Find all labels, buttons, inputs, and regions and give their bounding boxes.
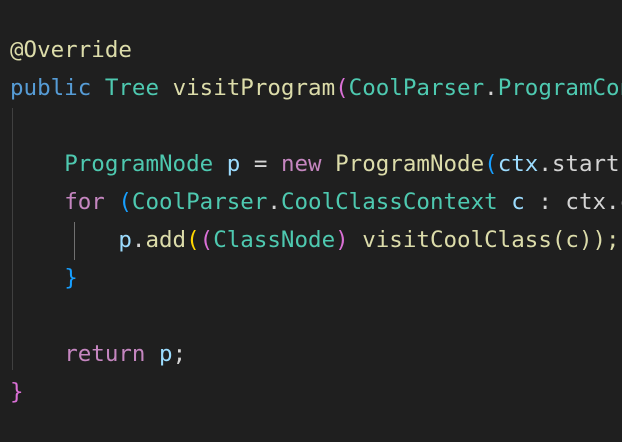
code-token-annotation: @Override xyxy=(10,37,132,63)
code-token-type: CoolParser xyxy=(348,75,485,101)
code-token-paren1: ) xyxy=(335,227,349,253)
code-token-plain: ; xyxy=(172,341,187,367)
code-line-10[interactable]: } xyxy=(10,373,24,411)
code-line-6[interactable]: p.add((ClassNode) visitCoolClass(c)); xyxy=(10,221,620,259)
code-token-paren1: ( xyxy=(199,227,214,253)
code-token-plain: . xyxy=(131,227,146,253)
code-token-var: p xyxy=(118,227,132,253)
code-line-9[interactable]: return p; xyxy=(10,335,186,373)
code-token-paren2: } xyxy=(64,265,78,291)
code-token-paren3: ( xyxy=(186,227,200,253)
code-token-paren2: ( xyxy=(484,151,498,177)
code-token-var: ctx xyxy=(497,151,539,177)
code-token-type: ProgramNode xyxy=(64,151,214,177)
code-token-plain: . xyxy=(484,75,498,101)
code-token-plain: . xyxy=(267,189,281,215)
code-token-paren1: } xyxy=(10,379,24,405)
code-token-plain: : ctx.coolClass()) { xyxy=(538,189,622,215)
code-token-keyword: public xyxy=(10,75,92,101)
code-token-method: visitCoolClass(c)); xyxy=(362,227,620,253)
code-token-method: ProgramNode xyxy=(335,151,485,177)
code-line-1[interactable]: @Override xyxy=(10,31,132,69)
code-token-type: CoolClassContext xyxy=(280,189,498,215)
code-line-2[interactable]: public Tree visitProgram(CoolParser.Prog… xyxy=(10,69,622,107)
code-token-control: return xyxy=(64,341,146,367)
code-token-plain: .start); xyxy=(538,151,622,177)
code-token-type: CoolParser xyxy=(131,189,268,215)
code-token-op: = xyxy=(240,151,281,177)
code-token-method: add xyxy=(145,227,187,253)
code-token-control: for xyxy=(64,189,105,215)
code-token-type: Tree xyxy=(104,75,160,101)
code-token-type: ClassNode xyxy=(213,227,336,253)
code-token-paren1: ( xyxy=(335,75,349,101)
code-token-type: ProgramContext ctx xyxy=(497,75,622,101)
code-token-var: c xyxy=(511,189,525,215)
code-token-var: p xyxy=(159,341,173,367)
code-token-var: p xyxy=(226,151,241,177)
code-token-method: visitProgram xyxy=(172,75,336,101)
code-editor[interactable]: @Override public Tree visitProgram(CoolP… xyxy=(0,0,622,442)
code-token-paren2: ( xyxy=(118,189,132,215)
code-token-control: new xyxy=(280,151,322,177)
code-line-7[interactable]: } xyxy=(10,259,78,297)
code-line-5[interactable]: for (CoolParser.CoolClassContext c : ctx… xyxy=(10,183,622,221)
code-line-4[interactable]: ProgramNode p = new ProgramNode(ctx.star… xyxy=(10,145,622,183)
